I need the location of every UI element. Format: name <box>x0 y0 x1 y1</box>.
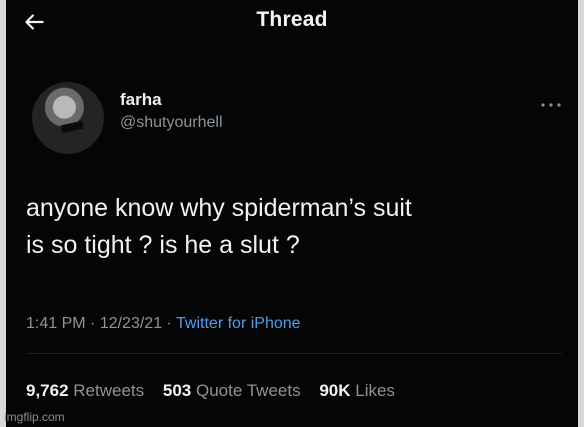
quote-tweets-count[interactable]: 503 <box>163 381 191 400</box>
avatar[interactable] <box>32 82 104 154</box>
retweets-count[interactable]: 9,762 <box>26 381 69 400</box>
tweet-date: 12/23/21 <box>99 315 163 332</box>
tweet-stats: 9,762 Retweets 503 Quote Tweets 90K Like… <box>26 381 409 401</box>
tweet-time: 1:41 PM <box>26 315 86 332</box>
likes-label[interactable]: Likes <box>355 381 395 400</box>
tweet-text: anyone know why spiderman’s suit is so t… <box>26 190 546 264</box>
quote-tweets-label[interactable]: Quote Tweets <box>196 381 301 400</box>
separator-dot: · <box>85 315 100 332</box>
watermark: imgflip.com <box>4 410 65 424</box>
tweet-text-line: is so tight ? is he a slut ? <box>26 231 300 259</box>
tweet-metadata: 1:41 PM · 12/23/21 · Twitter for iPhone <box>26 315 301 333</box>
divider <box>26 353 562 354</box>
more-options-icon[interactable] <box>538 98 564 110</box>
retweets-label[interactable]: Retweets <box>73 381 144 400</box>
tweet-source-link[interactable]: Twitter for iPhone <box>176 315 301 332</box>
top-bar: Thread <box>6 0 578 46</box>
tweet-text-line: anyone know why spiderman’s suit <box>26 194 412 222</box>
page-title: Thread <box>256 8 328 31</box>
author-name[interactable]: farha <box>120 90 162 110</box>
author-handle[interactable]: @shutyourhell <box>120 114 223 132</box>
screen: Thread farha @shutyourhell anyone know w… <box>6 0 578 427</box>
likes-count[interactable]: 90K <box>319 381 350 400</box>
separator-dot: · <box>162 315 177 332</box>
